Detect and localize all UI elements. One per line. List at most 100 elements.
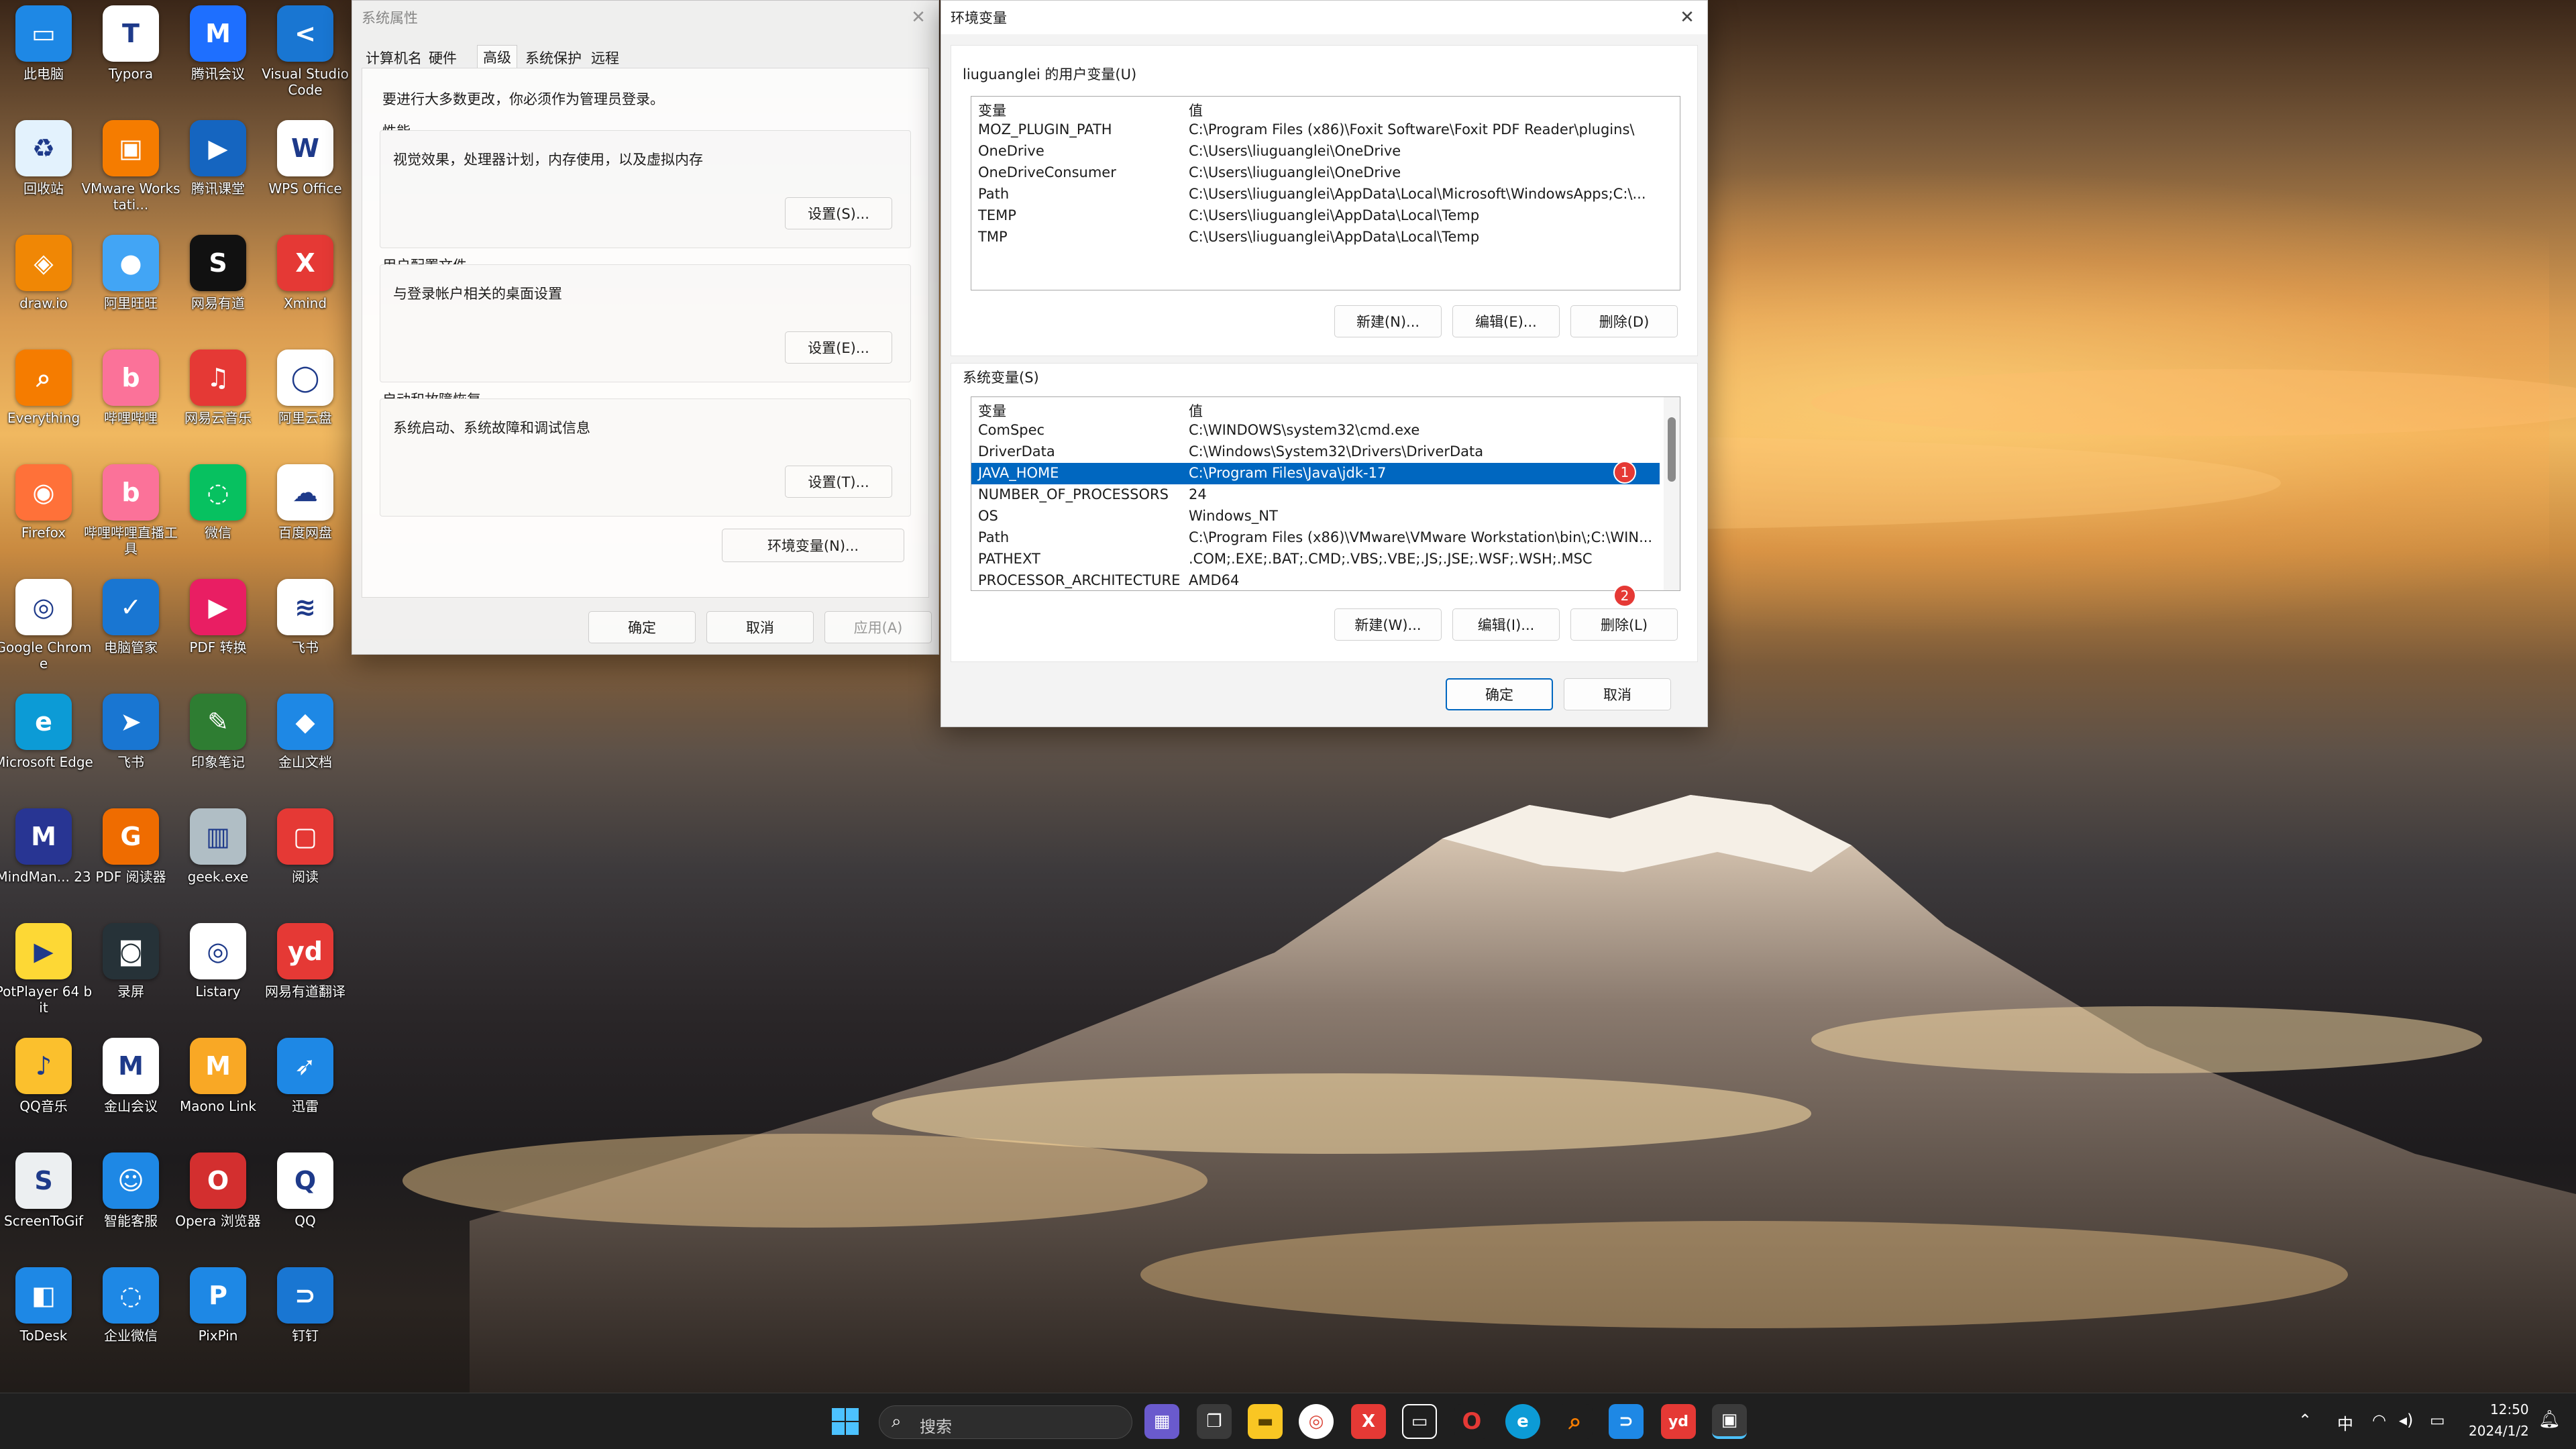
wifi-icon[interactable]: ◠: [2372, 1411, 2386, 1430]
desktop-shortcut[interactable]: S 网易有道: [168, 235, 268, 311]
volume-icon[interactable]: ◂): [2399, 1411, 2413, 1430]
desktop-shortcut[interactable]: ◙ 录屏: [80, 923, 181, 1000]
environment-variables-titlebar[interactable]: 环境变量: [941, 1, 1707, 34]
system-variables-list[interactable]: 变量 值 ComSpec C:\WINDOWS\system32\cmd.exe D…: [971, 396, 1680, 591]
notification-bell-icon[interactable]: 🔔︎: [2538, 1409, 2561, 1430]
desktop-shortcut[interactable]: X Xmind: [255, 235, 356, 311]
desktop-shortcut[interactable]: M 腾讯会议: [168, 5, 268, 82]
sys-variable-row[interactable]: OS Windows_NT: [971, 506, 1660, 527]
desktop-shortcut[interactable]: ◎ Google Chrome: [0, 579, 94, 672]
environment-variables-button[interactable]: 环境变量(N)...: [722, 529, 904, 562]
desktop-shortcut[interactable]: ▣ VMware Workstati...: [80, 120, 181, 213]
user-col-value[interactable]: 值: [1189, 100, 1203, 120]
taskbar-search-box[interactable]: ⌕ 搜索: [879, 1405, 1132, 1439]
user-variable-row[interactable]: Path C:\Users\liuguanglei\AppData\Local\M…: [971, 184, 1660, 205]
taskbar-youdao-icon[interactable]: yd: [1661, 1404, 1696, 1439]
user-variables-list[interactable]: 变量 值 MOZ_PLUGIN_PATH C:\Program Files (x8…: [971, 96, 1680, 290]
battery-icon[interactable]: ▭: [2430, 1411, 2445, 1430]
widgets-icon[interactable]: ▦: [1144, 1404, 1179, 1439]
desktop-shortcut[interactable]: ♪ QQ音乐: [0, 1038, 94, 1114]
taskbar-clock-time[interactable]: 12:50: [2490, 1401, 2529, 1417]
system-variables-scroll-thumb[interactable]: [1668, 417, 1676, 482]
desktop-shortcut[interactable]: ▭ 此电脑: [0, 5, 94, 82]
taskbar-clock-date[interactable]: 2024/1/2: [2469, 1423, 2529, 1439]
sys-variable-row[interactable]: PROCESSOR_ARCHITECTURE AMD64: [971, 570, 1660, 590]
desktop-shortcut[interactable]: T Typora: [80, 5, 181, 82]
file-explorer-icon[interactable]: ▬: [1248, 1404, 1283, 1439]
user-variable-row[interactable]: MOZ_PLUGIN_PATH C:\Program Files (x86)\Fo…: [971, 119, 1660, 141]
desktop-shortcut[interactable]: Q QQ: [255, 1152, 356, 1229]
tab-advanced[interactable]: 高级: [477, 45, 517, 68]
desktop-shortcut[interactable]: ☺ 智能客服: [80, 1152, 181, 1229]
system-col-value[interactable]: 值: [1189, 400, 1203, 421]
desktop-shortcut[interactable]: M 金山会议: [80, 1038, 181, 1114]
tab-hardware[interactable]: 硬件: [429, 48, 457, 68]
environment-variables-cancel-button[interactable]: 取消: [1564, 678, 1671, 710]
startup-recovery-settings-button[interactable]: 设置(T)...: [785, 466, 892, 498]
sys-variable-row[interactable]: ComSpec C:\WINDOWS\system32\cmd.exe: [971, 420, 1660, 441]
system-new-button[interactable]: 新建(W)...: [1334, 608, 1442, 641]
desktop-shortcut[interactable]: ⌕ Everything: [0, 350, 94, 426]
desktop-shortcut[interactable]: ◎ Listary: [168, 923, 268, 1000]
system-delete-button[interactable]: 删除(L): [1570, 608, 1678, 641]
tray-chevron-up-icon[interactable]: ⌃: [2298, 1411, 2312, 1430]
desktop-shortcut[interactable]: ◆ 金山文档: [255, 694, 356, 770]
taskbar-chrome-icon[interactable]: ◎: [1299, 1404, 1334, 1439]
desktop-shortcut[interactable]: b 哔哩哔哩直播工具: [80, 464, 181, 557]
user-variable-row[interactable]: TMP C:\Users\liuguanglei\AppData\Local\Te…: [971, 227, 1660, 248]
system-variables-scrollbar[interactable]: [1664, 397, 1680, 590]
sys-variable-row[interactable]: PATHEXT .COM;.EXE;.BAT;.CMD;.VBS;.VBE;.JS…: [971, 549, 1660, 570]
desktop-shortcut[interactable]: ◯ 阿里云盘: [255, 350, 356, 426]
user-new-button[interactable]: 新建(N)...: [1334, 305, 1442, 337]
desktop-shortcut[interactable]: ≋ 飞书: [255, 579, 356, 655]
desktop-shortcut[interactable]: b 哔哩哔哩: [80, 350, 181, 426]
sys-variable-row[interactable]: Path C:\Program Files (x86)\VMware\VMware…: [971, 527, 1660, 549]
performance-settings-button[interactable]: 设置(S)...: [785, 197, 892, 229]
desktop-shortcut[interactable]: M Maono Link: [168, 1038, 268, 1114]
desktop-shortcut[interactable]: ◌ 微信: [168, 464, 268, 541]
desktop-shortcut[interactable]: ▢ 阅读: [255, 808, 356, 885]
desktop-shortcut[interactable]: ⊃ 钉钉: [255, 1267, 356, 1344]
user-variable-row[interactable]: OneDrive C:\Users\liuguanglei\OneDrive: [971, 141, 1660, 162]
desktop-shortcut[interactable]: ▥ geek.exe: [168, 808, 268, 885]
sys-variable-row[interactable]: JAVA_HOME C:\Program Files\Java\jdk-17: [971, 463, 1660, 484]
system-edit-button[interactable]: 编辑(I)...: [1452, 608, 1560, 641]
desktop-shortcut[interactable]: yd 网易有道翻译: [255, 923, 356, 1000]
user-edit-button[interactable]: 编辑(E)...: [1452, 305, 1560, 337]
system-col-variable[interactable]: 变量: [978, 400, 1006, 421]
desktop-shortcut[interactable]: O Opera 浏览器: [168, 1152, 268, 1229]
user-variable-row[interactable]: TEMP C:\Users\liuguanglei\AppData\Local\T…: [971, 205, 1660, 227]
desktop-shortcut[interactable]: ◉ Firefox: [0, 464, 94, 541]
user-col-variable[interactable]: 变量: [978, 100, 1006, 120]
task-view-icon[interactable]: ❐: [1197, 1404, 1232, 1439]
user-profile-settings-button[interactable]: 设置(E)...: [785, 331, 892, 364]
desktop-shortcut[interactable]: S ScreenToGif: [0, 1152, 94, 1229]
system-properties-ok-button[interactable]: 确定: [588, 611, 696, 643]
user-variable-row[interactable]: OneDriveConsumer C:\Users\liuguanglei\One…: [971, 162, 1660, 184]
environment-variables-ok-button[interactable]: 确定: [1446, 678, 1553, 710]
desktop-shortcut[interactable]: P PixPin: [168, 1267, 268, 1344]
sys-variable-row[interactable]: NUMBER_OF_PROCESSORS 24: [971, 484, 1660, 506]
taskbar-system-properties-icon[interactable]: ▣: [1712, 1404, 1747, 1439]
desktop-shortcut[interactable]: ♻ 回收站: [0, 120, 94, 197]
desktop-shortcut[interactable]: ☁ 百度网盘: [255, 464, 356, 541]
environment-variables-close-icon[interactable]: ✕: [1672, 5, 1702, 30]
desktop-shortcut[interactable]: ◈ draw.io: [0, 235, 94, 311]
desktop-shortcut[interactable]: < Visual Studio Code: [255, 5, 356, 98]
system-properties-close-icon[interactable]: ✕: [904, 5, 933, 30]
desktop-shortcut[interactable]: ● 阿里旺旺: [80, 235, 181, 311]
desktop-shortcut[interactable]: ◌ 企业微信: [80, 1267, 181, 1344]
desktop-shortcut[interactable]: W WPS Office: [255, 120, 356, 197]
desktop-shortcut[interactable]: ◧ ToDesk: [0, 1267, 94, 1344]
desktop-shortcut[interactable]: ▶ PotPlayer 64 bit: [0, 923, 94, 1016]
taskbar-meeting-icon[interactable]: ▭: [1402, 1404, 1437, 1439]
system-properties-titlebar[interactable]: 系统属性: [352, 1, 938, 34]
taskbar-edge-icon[interactable]: e: [1505, 1404, 1540, 1439]
desktop-shortcut[interactable]: ➤ 飞书: [80, 694, 181, 770]
taskbar-opera-icon[interactable]: O: [1454, 1404, 1489, 1439]
tray-ime-indicator[interactable]: 中: [2337, 1411, 2353, 1434]
desktop-shortcut[interactable]: M MindMan... 23: [0, 808, 94, 885]
desktop-shortcut[interactable]: ▶ PDF 转换: [168, 579, 268, 655]
taskbar-dingtalk-icon[interactable]: ⊃: [1609, 1404, 1644, 1439]
desktop-shortcut[interactable]: ➶ 迅雷: [255, 1038, 356, 1114]
